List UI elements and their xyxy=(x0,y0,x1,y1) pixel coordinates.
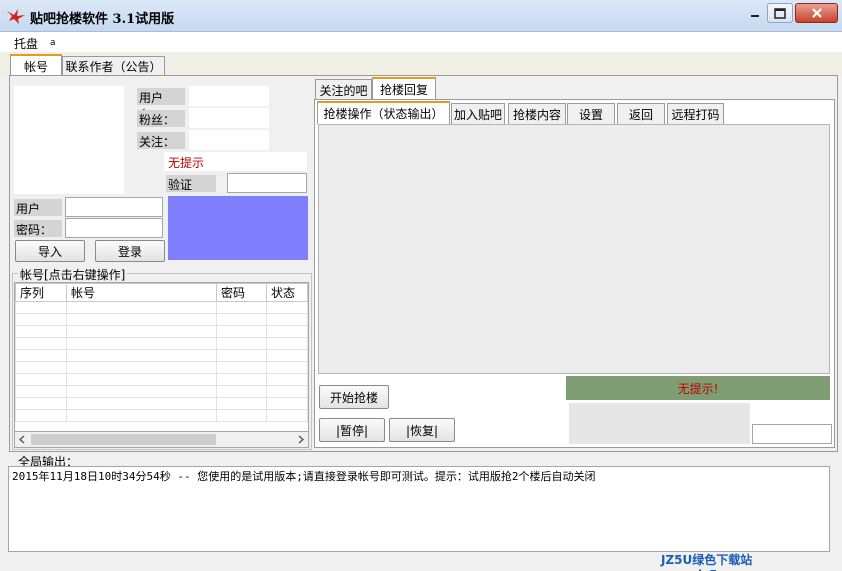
fans-value xyxy=(189,108,269,128)
info-panel xyxy=(569,403,750,444)
hint-box: 无提示 xyxy=(164,152,307,171)
follow-value xyxy=(189,130,269,150)
subtab-join-bar[interactable]: 加入贴吧 xyxy=(451,103,505,124)
username-value xyxy=(189,86,269,106)
bird-app-icon xyxy=(7,9,25,24)
table-row[interactable] xyxy=(15,397,308,410)
tab-followed-bars-label: 关注的吧 xyxy=(319,83,368,98)
password-input[interactable] xyxy=(65,218,163,238)
title-bar: 贴吧抢楼软件 3.1试用版 xyxy=(0,0,842,32)
start-grab-button[interactable]: 开始抢楼 xyxy=(319,385,389,409)
minimize-button[interactable] xyxy=(745,3,765,23)
pause-button[interactable]: |暂停| xyxy=(319,418,385,442)
subtab-remote-captcha-label: 远程打码 xyxy=(671,107,720,122)
global-output-log[interactable]: 2015年11月18日10时34分54秒 -- 您使用的是试用版本;请直接登录帐… xyxy=(8,466,830,552)
resume-button[interactable]: |恢复| xyxy=(389,418,455,442)
tab-account[interactable]: 帐号 xyxy=(10,54,62,76)
resume-button-label: |恢复| xyxy=(405,423,439,438)
scroll-right-icon[interactable] xyxy=(297,435,305,444)
login-username-label: 用户名： xyxy=(14,199,62,233)
horizontal-scrollbar[interactable] xyxy=(14,432,309,448)
import-button-label: 导入 xyxy=(37,244,62,259)
table-row[interactable] xyxy=(15,337,308,350)
maximize-icon xyxy=(774,7,786,19)
subtab-settings-label: 设置 xyxy=(578,107,603,122)
aux-input[interactable] xyxy=(752,424,832,444)
column-status[interactable]: 状态 xyxy=(266,283,308,302)
captcha-label: 验证码： xyxy=(166,175,216,209)
window-title: 贴吧抢楼软件 3.1试用版 xyxy=(30,12,175,27)
password-label: 密码： xyxy=(14,220,62,237)
menu-bar: 托盘 a xyxy=(0,32,842,52)
scroll-left-icon[interactable] xyxy=(18,435,26,444)
minimize-icon xyxy=(751,15,759,17)
start-grab-button-label: 开始抢楼 xyxy=(329,390,378,405)
tab-contact-author-label: 联系作者（公告） xyxy=(65,60,162,74)
tab-grab-reply-label: 抢楼回复 xyxy=(379,83,428,97)
subtab-grab-operation-label: 抢楼操作（状态输出） xyxy=(323,107,444,121)
table-row[interactable] xyxy=(15,385,308,398)
tab-contact-author[interactable]: 联系作者（公告） xyxy=(62,56,165,76)
column-password[interactable]: 密码 xyxy=(216,283,267,302)
subtab-back-label: 返回 xyxy=(628,107,653,122)
hint-text: 无提示 xyxy=(168,156,205,170)
username-label: 用户名： xyxy=(137,88,185,122)
fans-label: 粉丝： xyxy=(137,110,185,127)
table-row[interactable] xyxy=(15,349,308,362)
maximize-button[interactable] xyxy=(767,3,793,23)
subtab-remote-captcha[interactable]: 远程打码 xyxy=(667,103,724,124)
table-row[interactable] xyxy=(15,325,308,338)
subtab-grab-operation[interactable]: 抢楼操作（状态输出） xyxy=(317,101,450,124)
subtab-grab-content-label: 抢楼内容 xyxy=(512,107,561,122)
follow-label: 关注： xyxy=(137,132,185,149)
tab-account-label: 帐号 xyxy=(23,59,48,74)
scrollbar-thumb[interactable] xyxy=(31,434,216,445)
subtab-back[interactable]: 返回 xyxy=(617,103,665,124)
table-row[interactable] xyxy=(15,373,308,386)
captcha-image xyxy=(168,196,308,260)
column-account[interactable]: 帐号 xyxy=(66,283,217,302)
top-tab-strip: 帐号 联系作者（公告） xyxy=(0,52,842,76)
account-list-label: 帐号[点击右键操作] xyxy=(18,266,128,283)
account-grid: 序列 帐号 密码 状态 xyxy=(15,283,308,422)
subtab-settings[interactable]: 设置 xyxy=(567,103,615,124)
login-button-label: 登录 xyxy=(117,244,142,259)
captcha-input[interactable] xyxy=(227,173,307,193)
status-banner: 无提示! xyxy=(566,376,830,400)
watermark-text: JZ5U绿色下载站www.jz5u.com xyxy=(661,553,758,571)
table-row[interactable] xyxy=(15,313,308,326)
table-row[interactable] xyxy=(15,409,308,422)
subtab-grab-content[interactable]: 抢楼内容 xyxy=(508,103,566,124)
close-icon xyxy=(811,8,822,18)
tab-grab-reply[interactable]: 抢楼回复 xyxy=(372,77,436,100)
status-output-area[interactable] xyxy=(318,124,830,374)
avatar-image xyxy=(14,86,124,194)
table-row[interactable] xyxy=(15,301,308,314)
login-button[interactable]: 登录 xyxy=(95,240,165,262)
tab-followed-bars[interactable]: 关注的吧 xyxy=(315,79,372,100)
table-row[interactable] xyxy=(15,361,308,374)
close-button[interactable] xyxy=(795,3,838,23)
column-index[interactable]: 序列 xyxy=(15,283,67,302)
pause-button-label: |暂停| xyxy=(335,423,369,438)
menu-tray[interactable]: 托盘 xyxy=(14,35,38,52)
login-username-input[interactable] xyxy=(65,197,163,217)
subtab-join-bar-label: 加入贴吧 xyxy=(453,107,502,122)
account-table[interactable]: 序列 帐号 密码 状态 xyxy=(14,282,309,432)
menu-small-item[interactable]: a xyxy=(50,38,56,48)
status-banner-text: 无提示! xyxy=(677,381,719,396)
import-button[interactable]: 导入 xyxy=(15,240,85,262)
log-line: 2015年11月18日10时34分54秒 -- 您使用的是试用版本;请直接登录帐… xyxy=(12,470,596,483)
